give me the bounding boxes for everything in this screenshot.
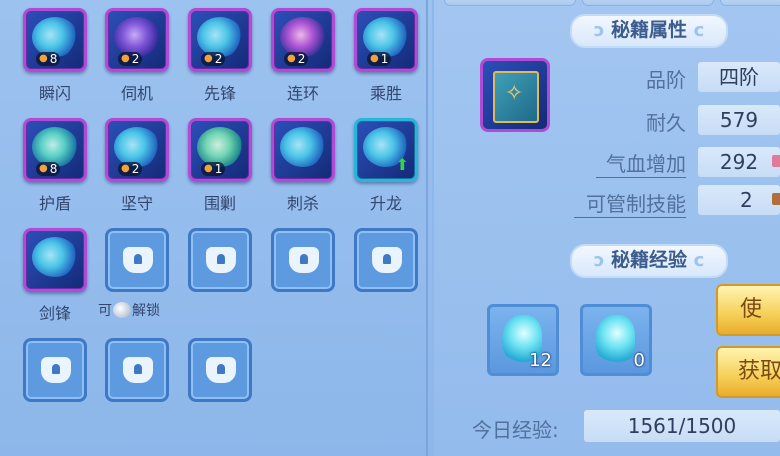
- lock-icon: [123, 247, 153, 273]
- tab-stub-3[interactable]: [720, 0, 780, 6]
- paw-icon: ●: [121, 163, 130, 174]
- obtain-button[interactable]: 获取: [716, 346, 780, 398]
- lock-icon: [289, 247, 319, 273]
- skill-label: 瞬闪: [38, 84, 71, 103]
- water-horse-icon: [595, 315, 635, 367]
- skill-count-badge: ● 1: [201, 162, 226, 176]
- skill-count-badge: ● 2: [201, 52, 226, 66]
- lock-icon: [372, 247, 402, 273]
- skill-hudun-icon: [32, 127, 78, 167]
- swirl-ornament-icon: ↄ: [593, 250, 605, 271]
- skill-label: 坚守: [120, 194, 153, 213]
- skill-slot-jianshou[interactable]: ● 2: [105, 118, 169, 182]
- skill-slot-shenglong[interactable]: ⬆: [354, 118, 418, 182]
- lock-icon: [41, 357, 71, 383]
- skill-label: 护盾: [38, 194, 71, 213]
- skill-lianhuan-icon: [280, 17, 326, 57]
- skill-count-badge: ● 1: [367, 52, 392, 66]
- item-count: 12: [529, 350, 552, 371]
- paw-icon: ●: [121, 53, 130, 64]
- exp-title: ↄ 秘籍经验 c: [570, 244, 728, 278]
- durability-value: 579: [698, 105, 780, 135]
- paw-icon: ●: [39, 53, 48, 64]
- exp-item-1[interactable]: 12: [487, 304, 559, 376]
- grade-value: 四阶: [698, 62, 780, 92]
- skill-slot-siji[interactable]: ● 2: [105, 8, 169, 72]
- skill-count-badge: ● 8: [36, 52, 61, 66]
- swirl-ornament-icon: c: [693, 250, 705, 271]
- skill-jianfeng-icon: [32, 237, 78, 277]
- skill-xianfeng-icon: [197, 17, 243, 57]
- hp-gem-icon: [772, 155, 780, 167]
- skill-label: 围剿: [203, 194, 236, 213]
- locked-slot[interactable]: [105, 228, 169, 292]
- book-icon: [493, 71, 539, 123]
- skill-weijiao-icon: [197, 127, 243, 167]
- locked-slot[interactable]: [188, 338, 252, 402]
- skill-label: 升龙: [369, 194, 402, 213]
- use-button[interactable]: 使: [716, 284, 780, 336]
- skill-slot-shunshan[interactable]: ● 8: [23, 8, 87, 72]
- locked-slot[interactable]: [354, 228, 418, 292]
- skill-slot-weijiao[interactable]: ● 1: [188, 118, 252, 182]
- locked-slot[interactable]: [23, 338, 87, 402]
- skill-control-value: 2: [698, 185, 780, 215]
- skill-shunshan-icon: [32, 17, 78, 57]
- paw-icon: ●: [39, 163, 48, 174]
- attributes-title: ↄ 秘籍属性 c: [570, 14, 728, 48]
- lock-icon: [123, 357, 153, 383]
- skill-chengsheng-icon: [363, 17, 409, 57]
- skill-label: 伺机: [120, 84, 153, 103]
- skill-count-badge: ● 2: [284, 52, 309, 66]
- skill-slot-lianhuan[interactable]: ● 2: [271, 8, 335, 72]
- today-exp-value: 1561/1500: [584, 410, 780, 442]
- exp-item-2[interactable]: 0: [580, 304, 652, 376]
- paw-icon: ●: [204, 163, 213, 174]
- hp-bonus-value: 292: [698, 147, 780, 177]
- skill-slot-chengsheng[interactable]: ● 1: [354, 8, 418, 72]
- lock-icon: [206, 357, 236, 383]
- unlock-hint: 可 解锁: [98, 302, 160, 319]
- item-count: 0: [633, 350, 645, 371]
- today-exp-label: 今日经验:: [472, 418, 559, 442]
- skill-slot-jianfeng[interactable]: [23, 228, 87, 292]
- tab-stub-1[interactable]: [444, 0, 576, 6]
- locked-slot[interactable]: [188, 228, 252, 292]
- skill-cisha-icon: [280, 127, 326, 167]
- locked-slot[interactable]: [271, 228, 335, 292]
- silver-coin-icon: [113, 302, 131, 318]
- skill-label: 先锋: [203, 84, 236, 103]
- paw-icon: ●: [287, 53, 296, 64]
- skill-slot-xianfeng[interactable]: ● 2: [188, 8, 252, 72]
- paw-icon: ●: [370, 53, 379, 64]
- skill-label: 乘胜: [369, 84, 402, 103]
- skill-slot-cisha[interactable]: [271, 118, 335, 182]
- tab-stub-2[interactable]: [582, 0, 714, 6]
- skill-control-label[interactable]: 可管制技能: [574, 188, 686, 218]
- skill-count-badge: ● 2: [118, 52, 143, 66]
- swirl-ornament-icon: ↄ: [593, 20, 605, 41]
- skill-count-badge: ● 8: [36, 162, 61, 176]
- skill-count-badge: ● 2: [118, 162, 143, 176]
- skill-siji-icon: [114, 17, 160, 57]
- skill-label: 连环: [286, 84, 319, 103]
- grade-label: 品阶: [646, 68, 686, 92]
- secret-book-item[interactable]: [480, 58, 550, 132]
- item-icon: [772, 193, 780, 205]
- skill-label: 剑锋: [38, 304, 71, 323]
- skill-label: 刺杀: [286, 194, 319, 213]
- hp-bonus-label[interactable]: 气血增加: [596, 148, 686, 178]
- paw-icon: ●: [204, 53, 213, 64]
- skill-jianshou-icon: [114, 127, 160, 167]
- lock-icon: [206, 247, 236, 273]
- locked-slot[interactable]: [105, 338, 169, 402]
- durability-label: 耐久: [646, 111, 686, 135]
- skill-slot-hudun[interactable]: ● 8: [23, 118, 87, 182]
- upgrade-arrow-icon: ⬆: [395, 155, 409, 174]
- swirl-ornament-icon: c: [693, 20, 705, 41]
